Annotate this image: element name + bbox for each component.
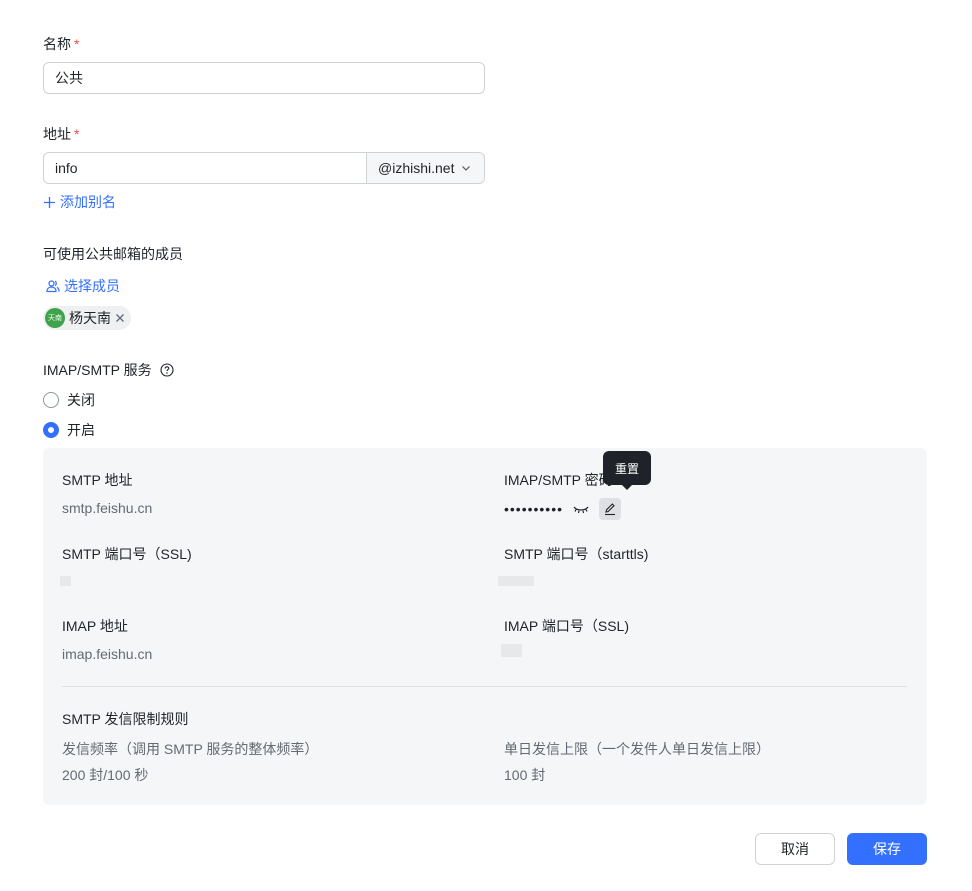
- smtp-address-label: SMTP 地址: [62, 472, 133, 488]
- smtp-ssl-port-value: [60, 576, 71, 586]
- password-row: ••••••••••: [504, 498, 622, 520]
- imap-ssl-port-label: IMAP 端口号（SSL): [504, 618, 629, 634]
- help-icon[interactable]: [160, 363, 174, 377]
- name-input-value: 公共: [55, 70, 83, 86]
- name-label: 名称 *: [43, 34, 79, 54]
- close-icon[interactable]: [115, 313, 125, 323]
- address-label: 地址 *: [43, 124, 79, 144]
- reset-password-button[interactable]: [599, 498, 622, 520]
- domain-select-value: @izhishi.net: [378, 160, 455, 176]
- rate-value: 200 封/100 秒: [62, 767, 149, 783]
- edit-icon: [605, 503, 616, 516]
- daily-value: 100 封: [504, 767, 546, 783]
- imap-ssl-port-value: [501, 644, 522, 657]
- user-group-icon: [46, 280, 60, 293]
- smtp-starttls-port-value: [498, 576, 534, 586]
- cancel-button[interactable]: 取消: [755, 833, 835, 865]
- eye-closed-icon[interactable]: [573, 504, 589, 514]
- smtp-starttls-port-label: SMTP 端口号（starttls): [504, 546, 649, 562]
- address-input-value: info: [55, 160, 78, 176]
- name-label-text: 名称: [43, 36, 71, 52]
- reset-tooltip: 重置: [603, 451, 651, 490]
- avatar: 天南: [45, 308, 65, 328]
- save-button[interactable]: 保存: [847, 833, 927, 865]
- select-members-button[interactable]: 选择成员: [46, 276, 120, 296]
- smtp-ssl-port-label: SMTP 端口号（SSL): [62, 546, 192, 562]
- rules-title: SMTP 发信限制规则: [62, 711, 189, 727]
- radio-on-circle[interactable]: [43, 422, 59, 438]
- address-input[interactable]: info: [44, 153, 366, 183]
- password-label: IMAP/SMTP 密码: [504, 472, 613, 488]
- daily-label: 单日发信上限（一个发件人单日发信上限）: [504, 741, 770, 757]
- imap-address-label: IMAP 地址: [62, 618, 128, 634]
- imap-address-value: imap.feishu.cn: [62, 646, 153, 662]
- add-alias-label: 添加别名: [60, 194, 116, 210]
- domain-select[interactable]: @izhishi.net: [366, 153, 484, 183]
- service-label: IMAP/SMTP 服务: [43, 360, 174, 380]
- radio-on[interactable]: 开启: [43, 420, 95, 440]
- plus-icon: [44, 196, 55, 208]
- service-label-text: IMAP/SMTP 服务: [43, 362, 152, 378]
- add-alias-button[interactable]: 添加别名: [43, 192, 116, 212]
- radio-off-circle[interactable]: [43, 392, 59, 408]
- password-value: ••••••••••: [504, 501, 564, 517]
- rate-label: 发信频率（调用 SMTP 服务的整体频率）: [62, 741, 319, 757]
- radio-off-label: 关闭: [67, 392, 95, 408]
- members-label: 可使用公共邮箱的成员: [43, 246, 183, 262]
- smtp-address-value: smtp.feishu.cn: [62, 500, 153, 516]
- select-members-label: 选择成员: [64, 278, 120, 294]
- radio-off[interactable]: 关闭: [43, 390, 95, 410]
- required-mark: *: [74, 36, 80, 52]
- required-mark: *: [74, 126, 80, 142]
- address-label-text: 地址: [43, 126, 71, 142]
- service-info-panel: SMTP 地址 smtp.feishu.cn IMAP/SMTP 密码 ••••…: [43, 448, 927, 805]
- divider: [62, 686, 907, 687]
- name-input[interactable]: 公共: [43, 62, 485, 94]
- member-name: 杨天南: [69, 310, 111, 326]
- chevron-down-icon: [462, 166, 470, 171]
- radio-on-label: 开启: [67, 422, 95, 438]
- address-field: info @izhishi.net: [43, 152, 485, 184]
- member-tag: 天南 杨天南: [43, 306, 131, 330]
